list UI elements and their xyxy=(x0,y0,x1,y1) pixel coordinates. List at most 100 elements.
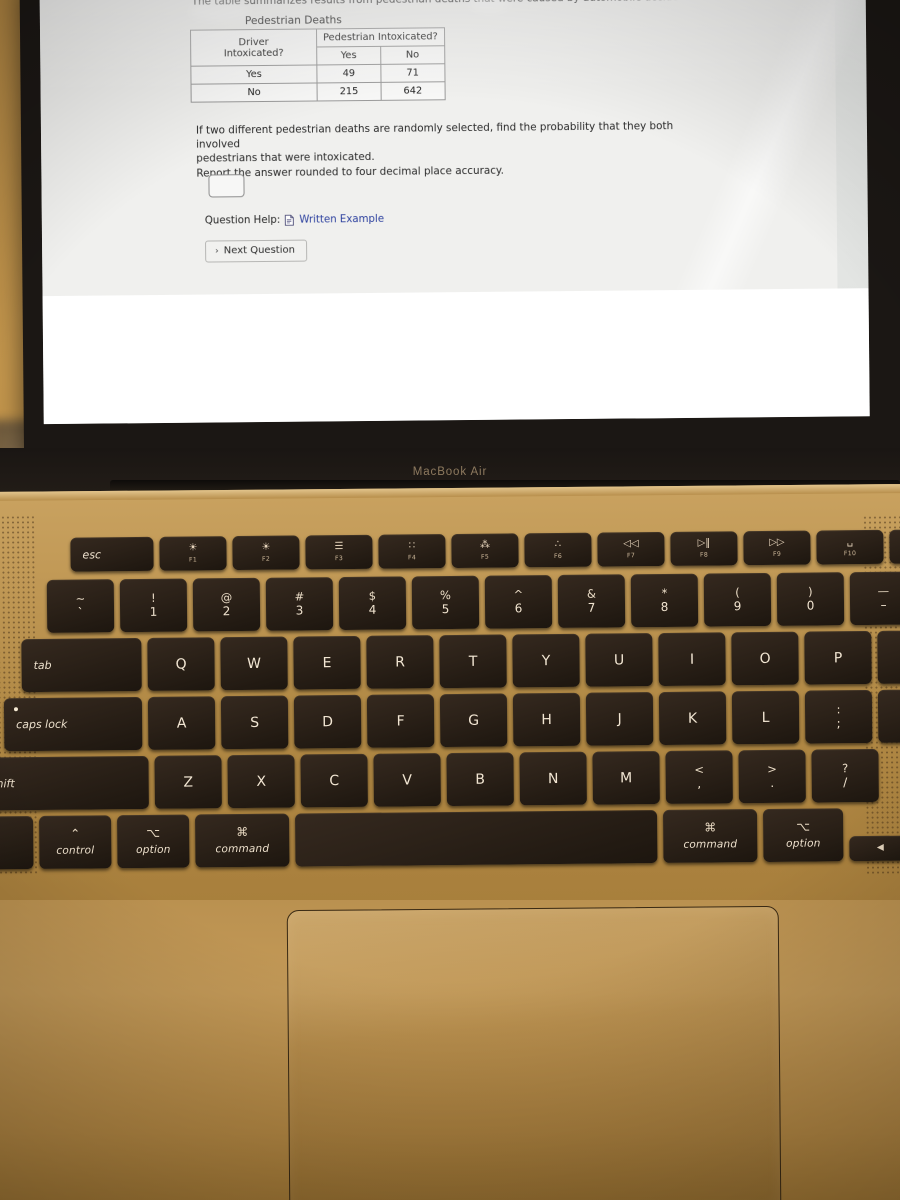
key-f6[interactable]: ∴ F6 xyxy=(524,532,592,568)
key-num-2[interactable]: @2 xyxy=(192,577,261,632)
key-tab[interactable]: tab xyxy=(21,637,142,693)
key-c[interactable]: C xyxy=(300,753,368,808)
key-p[interactable]: P xyxy=(804,630,872,685)
key-option-left[interactable]: ⌥ option xyxy=(117,814,190,869)
key-u[interactable]: U xyxy=(585,633,653,687)
key-x[interactable]: X xyxy=(227,754,295,809)
keyboard-bottom-letter-row: shift Z X C V B N M <, >.? / xyxy=(0,748,879,811)
f8-icon: ▷‖ xyxy=(697,537,711,549)
laptop-screen-bezel: Next The table summarizes results from p… xyxy=(19,0,900,507)
key-f10[interactable]: ␣ F10 xyxy=(816,529,884,565)
key-punct-a-0[interactable]: :; xyxy=(804,689,873,744)
key-e[interactable]: E xyxy=(293,635,361,690)
key-g[interactable]: G xyxy=(439,693,508,748)
key-o[interactable]: O xyxy=(731,631,799,686)
key-f5[interactable]: ⁂ F5 xyxy=(451,533,519,569)
keyboard-number-row: ~`!1@2#3$4%5^6&7*8(9)0—–+= xyxy=(46,571,900,633)
written-example-link[interactable]: Written Example xyxy=(299,214,384,226)
key-punct-a-1[interactable]: "' xyxy=(877,689,900,743)
key-num-11[interactable]: — – xyxy=(849,571,900,626)
key-num-7[interactable]: & 7 xyxy=(557,574,626,628)
key-f7[interactable]: ◁◁ F7 xyxy=(597,531,665,567)
key-num-3-upper: # xyxy=(294,589,305,604)
question-text: If two different pedestrian deaths are r… xyxy=(196,120,707,183)
key-r[interactable]: R xyxy=(366,635,434,689)
key-f[interactable]: F xyxy=(366,694,435,748)
key-command-left[interactable]: ⌘ command xyxy=(195,813,290,868)
key-space[interactable] xyxy=(295,810,658,867)
key-f4[interactable]: ∷ F4 xyxy=(378,534,446,569)
key-m[interactable]: M xyxy=(592,751,660,805)
key-i[interactable]: I xyxy=(658,632,726,687)
next-question-button[interactable]: › Next Question xyxy=(205,239,308,263)
key-d[interactable]: D xyxy=(293,694,362,749)
answer-input[interactable] xyxy=(208,174,245,198)
key-num-8-upper: * xyxy=(661,585,668,600)
key-f9[interactable]: ▷▷ F9 xyxy=(743,530,811,566)
key-f11[interactable]: ␣F11 xyxy=(889,529,900,564)
key-y[interactable]: Y xyxy=(512,633,580,688)
key-caps-lock-label: caps lock xyxy=(16,717,68,732)
key-v[interactable]: V xyxy=(373,753,441,807)
key-num-4[interactable]: $4 xyxy=(338,576,407,631)
row-header-corner: Driver Intoxicated? xyxy=(190,28,317,67)
key-control-label: control xyxy=(56,844,95,857)
key-l-label: L xyxy=(761,709,770,726)
key-f3[interactable]: ☰ F3 xyxy=(305,534,373,570)
key-a-label: A xyxy=(176,715,187,732)
key-punct-z-1[interactable]: >. xyxy=(738,749,806,804)
key-z[interactable]: Z xyxy=(154,755,222,809)
key-num-3[interactable]: #3 xyxy=(265,577,334,631)
command-symbol-icon: ⌘ xyxy=(704,820,717,835)
command-symbol-icon: ⌘ xyxy=(236,824,249,840)
key-f2[interactable]: ☀ F2 xyxy=(232,535,300,571)
key-h[interactable]: H xyxy=(512,692,581,747)
key-num-6[interactable]: ^ 6 xyxy=(484,575,553,629)
key-q[interactable]: Q xyxy=(147,637,215,691)
key-command-right[interactable]: ⌘ command xyxy=(662,809,758,863)
key-option-right[interactable]: ⌥ option xyxy=(762,808,844,863)
key-fn[interactable]: fn xyxy=(0,816,34,870)
key-num-2-upper: @ xyxy=(220,589,233,604)
key-num-8[interactable]: * 8 xyxy=(630,573,699,628)
trackpad[interactable] xyxy=(286,905,782,1200)
key-f9-label: F9 xyxy=(772,550,782,558)
macbook-air-label: MacBook Air xyxy=(412,466,488,478)
key-j[interactable]: J xyxy=(585,692,654,746)
key-l[interactable]: L xyxy=(731,690,800,745)
key-f8[interactable]: ▷‖ F8 xyxy=(670,531,738,566)
key-option-label: option xyxy=(136,843,171,857)
key-n[interactable]: N xyxy=(519,751,587,806)
key-num-5[interactable]: % 5 xyxy=(411,575,480,630)
next-question-label: Next Question xyxy=(223,244,295,257)
key-shift-left[interactable]: shift xyxy=(0,755,149,811)
f9-icon: ▷▷ xyxy=(769,536,785,548)
key-esc[interactable]: esc xyxy=(70,536,154,572)
question-help-label: Question Help: xyxy=(204,214,281,227)
key-num-0[interactable]: ~ ` xyxy=(46,579,115,633)
screenshot-root: Next The table summarizes results from p… xyxy=(0,0,900,1200)
f5-icon: ⁂ xyxy=(479,539,490,551)
f4-icon: ∷ xyxy=(408,540,416,552)
key-num-10[interactable]: ) 0 xyxy=(776,572,845,626)
key-caps-lock[interactable]: caps lock xyxy=(3,696,143,752)
key-k[interactable]: K xyxy=(658,691,727,746)
key-b[interactable]: B xyxy=(446,752,514,807)
key-s[interactable]: S xyxy=(220,695,289,750)
key-num-7-upper: & xyxy=(586,586,596,601)
keyboard-function-row: esc ☀ F1 ☀ F2 ☰ F3 ∷ F4 ⁂ F5 ∴F6 ◁◁ F7 ▷‖ F8 ▷▷ F9 ␣ F10 ␣F1… xyxy=(70,528,900,572)
key-bracket-0[interactable]: {[ xyxy=(877,630,900,684)
key-w[interactable]: W xyxy=(220,636,288,691)
key-punct-z-0[interactable]: <, xyxy=(665,750,733,804)
cell-no-yes: 215 xyxy=(317,82,382,101)
key-t[interactable]: T xyxy=(439,634,507,689)
key-arrow-left[interactable]: ◀ xyxy=(849,835,900,862)
key-a[interactable]: A xyxy=(147,696,216,750)
key-num-9[interactable]: (9 xyxy=(703,572,772,627)
key-punct-z-0-lower: , xyxy=(697,776,702,791)
key-control[interactable]: ⌃ control xyxy=(39,815,112,869)
key-f1[interactable]: ☀ F1 xyxy=(159,536,227,571)
key-punct-z-2[interactable]: ? / xyxy=(811,748,879,803)
key-num-1[interactable]: ! 1 xyxy=(119,578,188,633)
row-header-line1: Driver xyxy=(238,36,269,48)
